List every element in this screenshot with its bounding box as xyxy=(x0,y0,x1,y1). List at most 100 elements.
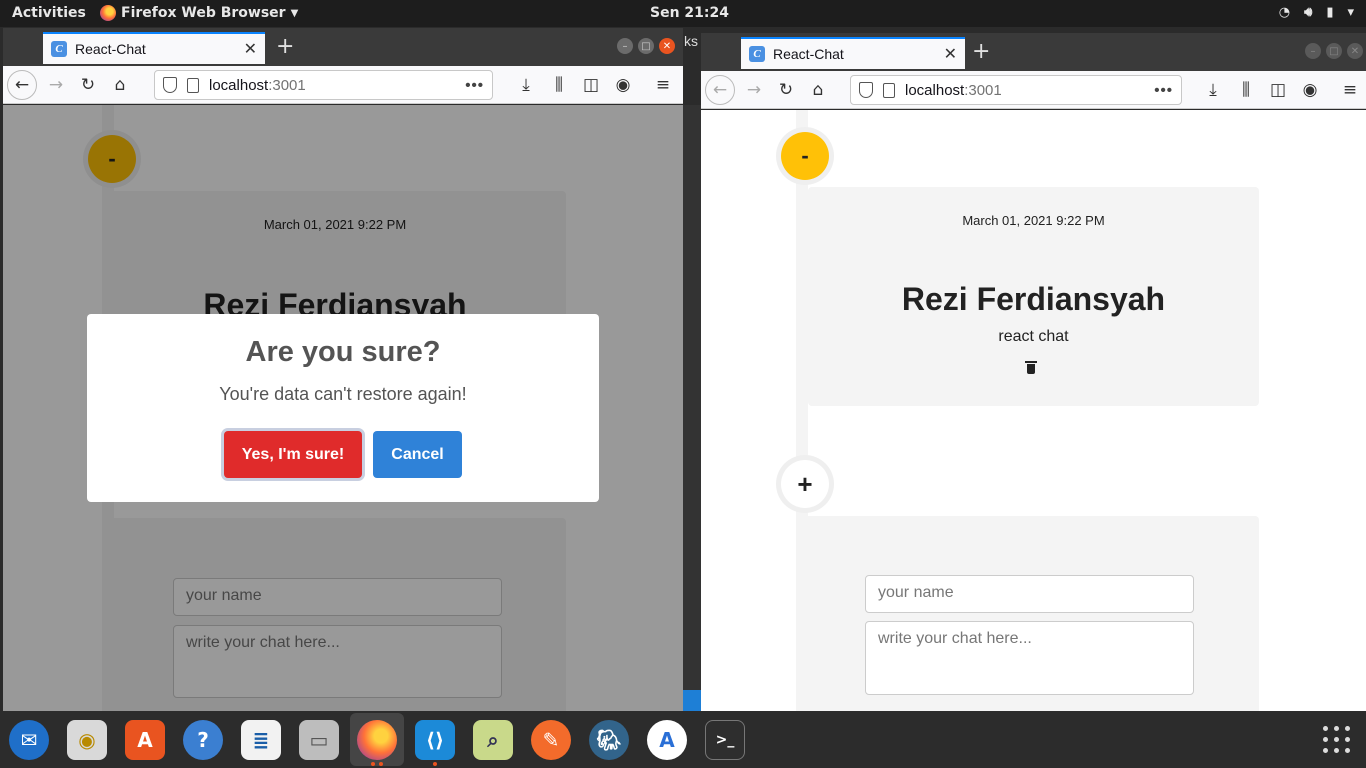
vscode-icon[interactable]: ⟨⟩ xyxy=(415,720,455,760)
postgres-icon[interactable]: 🐘︎ xyxy=(589,720,629,760)
tracking-shield-icon[interactable] xyxy=(859,82,873,98)
message-author: Rezi Ferdiansyah xyxy=(901,281,1166,317)
sidebar-icon[interactable]: ◫ xyxy=(580,74,602,96)
message-card: March 01, 2021 9:22 PM Rezi Ferdiansyah … xyxy=(808,187,1259,406)
maximize-icon[interactable]: □ xyxy=(1326,43,1342,59)
activities-button[interactable]: Activities xyxy=(12,5,86,21)
system-tray[interactable]: ◔ 🔊︎ ▮ ▾ xyxy=(1279,5,1354,20)
browser-window-right: C React-Chat ✕ + – □ ✕ ← → ↻ ⌂ localhost… xyxy=(701,33,1366,711)
tracking-shield-icon[interactable] xyxy=(163,77,177,93)
firefox-icon[interactable] xyxy=(357,720,397,760)
dialog-title: Are you sure? xyxy=(245,336,441,368)
tab-close-icon[interactable]: ✕ xyxy=(244,39,257,59)
react-chat-favicon-icon: C xyxy=(51,41,67,57)
show-applications-icon[interactable] xyxy=(1323,726,1351,754)
nav-toolbar: ← → ↻ ⌂ localhost :3001 ••• ⤓ ⫼ ◫ ◉ ≡ xyxy=(3,66,683,104)
nav-toolbar: ← → ↻ ⌂ localhost :3001 ••• ⤓ ⫼ ◫ ◉ ≡ xyxy=(701,71,1366,109)
minimize-icon[interactable]: – xyxy=(617,38,633,54)
rhythmbox-icon[interactable]: ◉ xyxy=(67,720,107,760)
home-icon[interactable]: ⌂ xyxy=(807,79,829,101)
hamburger-menu-icon[interactable]: ≡ xyxy=(652,74,674,96)
chat-textarea[interactable]: write your chat here... xyxy=(865,621,1194,695)
sidebar-icon[interactable]: ◫ xyxy=(1267,79,1289,101)
android-studio-icon[interactable]: A xyxy=(647,720,687,760)
downloads-icon[interactable]: ⤓ xyxy=(1202,79,1224,101)
page-actions-icon[interactable]: ••• xyxy=(465,77,484,94)
react-chat-favicon-icon: C xyxy=(749,46,765,62)
forward-icon[interactable]: → xyxy=(45,74,67,96)
tab-close-icon[interactable]: ✕ xyxy=(944,44,957,64)
close-window-icon[interactable]: ✕ xyxy=(1347,43,1363,59)
ubuntu-dock: ✉ ◉ A ? ≣ ▭ ⟨⟩ ⌕ ✎ 🐘︎ A >_ xyxy=(0,711,1366,768)
name-input[interactable]: your name xyxy=(865,575,1194,613)
chat-form-card: your name write your chat here... xyxy=(796,516,1259,711)
window-controls: – □ ✕ xyxy=(1305,43,1363,59)
files-icon[interactable]: ▭ xyxy=(299,720,339,760)
power-menu-icon: ▾ xyxy=(1347,5,1354,20)
url-host: localhost xyxy=(209,76,269,94)
downloads-icon[interactable]: ⤓ xyxy=(515,74,537,96)
terminal-icon[interactable]: >_ xyxy=(705,720,745,760)
postman-icon[interactable]: ✎ xyxy=(531,720,571,760)
confirm-delete-button[interactable]: Yes, I'm sure! xyxy=(224,431,362,478)
dialog-text: You're data can't restore again! xyxy=(219,384,467,404)
url-bar[interactable]: localhost :3001 ••• xyxy=(154,70,493,100)
minimize-icon[interactable]: – xyxy=(1305,43,1321,59)
tab-title: React-Chat xyxy=(75,41,146,57)
library-icon[interactable]: ⫼ xyxy=(548,74,570,96)
message-date: March 01, 2021 9:22 PM xyxy=(962,213,1105,228)
tab-strip: C React-Chat ✕ + – □ ✕ xyxy=(701,33,1366,71)
chevron-down-icon: ▼ xyxy=(290,7,299,19)
forward-icon[interactable]: → xyxy=(743,79,765,101)
collapse-button[interactable]: - xyxy=(781,132,829,180)
thunderbird-icon[interactable]: ✉ xyxy=(9,720,49,760)
browser-window-left: C React-Chat ✕ + – □ ✕ ← → ↻ ⌂ localhost… xyxy=(3,28,683,711)
window-controls: – □ ✕ xyxy=(617,38,675,54)
background-window-text: ks xyxy=(684,33,698,49)
background-window-strip-blue xyxy=(683,690,701,711)
wifi-icon: ◔ xyxy=(1278,5,1291,20)
confirm-dialog: Are you sure? You're data can't restore … xyxy=(87,314,599,502)
app-menu[interactable]: Firefox Web Browser ▼ xyxy=(100,5,298,21)
tab-title: React-Chat xyxy=(773,46,844,62)
expand-button[interactable]: + xyxy=(781,460,829,508)
image-viewer-icon[interactable]: ⌕ xyxy=(473,720,513,760)
running-indicator xyxy=(379,762,383,766)
maximize-icon[interactable]: □ xyxy=(638,38,654,54)
software-center-icon[interactable]: A xyxy=(125,720,165,760)
page-content: - March 01, 2021 9:22 PM Rezi Ferdiansya… xyxy=(701,110,1366,711)
page-content: - March 01, 2021 9:22 PM Rezi Ferdiansya… xyxy=(3,105,683,711)
writer-icon[interactable]: ≣ xyxy=(241,720,281,760)
background-window-strip xyxy=(683,105,701,711)
volume-icon: 🔊︎ xyxy=(1304,5,1313,20)
help-icon[interactable]: ? xyxy=(183,720,223,760)
home-icon[interactable]: ⌂ xyxy=(109,74,131,96)
clock[interactable]: Sen 21:24 xyxy=(650,5,729,21)
cancel-button[interactable]: Cancel xyxy=(373,431,462,478)
running-indicator xyxy=(433,762,437,766)
url-port: :3001 xyxy=(964,81,1002,99)
reload-icon[interactable]: ↻ xyxy=(77,74,99,96)
account-icon[interactable]: ◉ xyxy=(612,74,634,96)
page-info-icon[interactable] xyxy=(883,82,895,98)
account-icon[interactable]: ◉ xyxy=(1299,79,1321,101)
url-host: localhost xyxy=(905,81,965,99)
page-actions-icon[interactable]: ••• xyxy=(1154,82,1173,99)
library-icon[interactable]: ⫼ xyxy=(1235,79,1257,101)
battery-icon: ▮ xyxy=(1326,5,1334,20)
new-tab-icon[interactable]: + xyxy=(972,41,990,63)
back-icon[interactable]: ← xyxy=(705,75,735,105)
tab-react-chat[interactable]: C React-Chat ✕ xyxy=(43,32,265,64)
tab-strip: C React-Chat ✕ + – □ ✕ xyxy=(3,28,683,66)
back-icon[interactable]: ← xyxy=(7,70,37,100)
tab-react-chat[interactable]: C React-Chat ✕ xyxy=(741,37,965,69)
trash-icon[interactable] xyxy=(1025,361,1037,375)
url-port: :3001 xyxy=(268,76,306,94)
page-info-icon[interactable] xyxy=(187,77,199,93)
hamburger-menu-icon[interactable]: ≡ xyxy=(1339,79,1361,101)
running-indicator xyxy=(371,762,375,766)
new-tab-icon[interactable]: + xyxy=(276,36,294,58)
url-bar[interactable]: localhost :3001 ••• xyxy=(850,75,1182,105)
close-window-icon[interactable]: ✕ xyxy=(659,38,675,54)
reload-icon[interactable]: ↻ xyxy=(775,79,797,101)
